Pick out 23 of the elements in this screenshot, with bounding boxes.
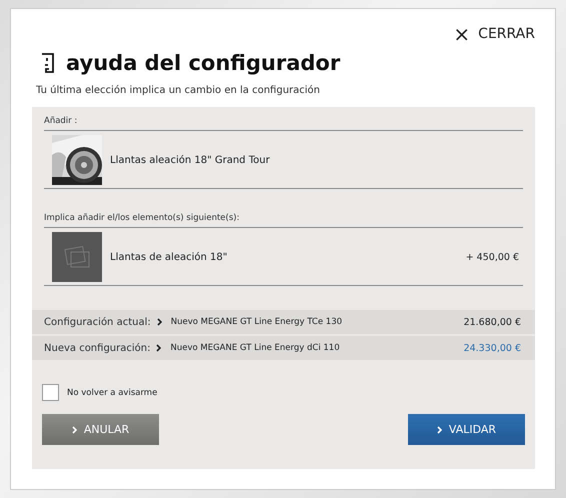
model-name: Nuevo MEGANE GT Line Energy TCe 130 [170,317,344,327]
chevron-icon [156,318,163,326]
configuration-label: Nueva configuración: [44,342,150,354]
cancel-button[interactable]: ANULAR [42,414,159,445]
model-name: Nuevo MEGANE GT Line Energy dCi 110 [170,343,341,353]
image-placeholder-icon [52,232,102,282]
chevron-icon [156,344,162,352]
configuration-price: 24.330,00 € [464,342,522,354]
configuration-price: 21.680,00 € [464,316,522,328]
item-name: Llantas de aleación 18" [110,252,228,262]
chevron-icon [436,426,443,434]
close-button[interactable]: × CERRAR [453,25,535,43]
dialog-title: ayuda del configurador [66,51,340,75]
checkbox[interactable] [42,384,59,401]
checkbox-label: No volver a avisarme [67,388,158,398]
item-name: Llantas aleación 18" Grand Tour [110,154,271,166]
section-label: Añadir : [44,116,523,131]
chevron-icon [72,426,78,434]
item-price: + 450,00 € [466,252,520,262]
configuration-label: Configuración actual: [44,316,151,328]
validate-button[interactable]: VALIDAR [408,414,525,445]
section-label: Implica añadir el/los elemento(s) siguiente(s): [44,213,523,228]
subtitle: Tu última elección implica un cambio en la configuración [36,85,321,96]
